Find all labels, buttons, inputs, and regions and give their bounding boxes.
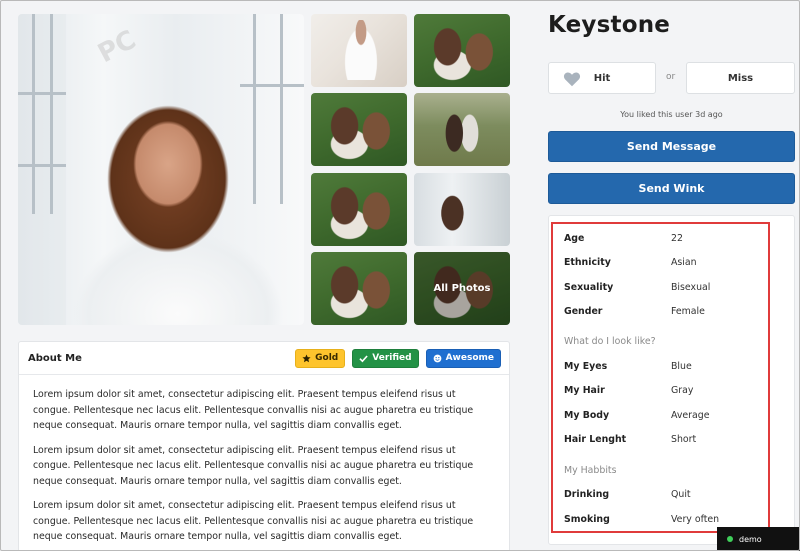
detail-value: Very often — [671, 514, 720, 525]
all-photos-tile[interactable]: All Photos — [414, 252, 510, 325]
gold-badge: Gold — [295, 348, 346, 368]
window-pane — [18, 14, 66, 325]
about-me-header: About Me Gold Verified Awesome — [19, 342, 509, 375]
detail-value: Gray — [671, 385, 694, 396]
gallery-thumb[interactable] — [414, 14, 510, 87]
verified-badge: Verified — [352, 348, 419, 368]
watermark: PC — [93, 24, 141, 70]
detail-key: Sexuality — [564, 282, 614, 293]
about-paragraph: Lorem ipsum dolor sit amet, consectetur … — [33, 389, 474, 431]
gallery-thumb[interactable] — [414, 173, 510, 246]
star-icon — [302, 353, 311, 362]
detail-key: My Eyes — [564, 361, 608, 372]
gallery-thumb[interactable] — [311, 173, 407, 246]
detail-value: Quit — [671, 489, 691, 500]
all-photos-label: All Photos — [433, 283, 491, 294]
detail-value: Female — [671, 306, 705, 317]
detail-key: Ethnicity — [564, 257, 611, 268]
gold-badge-label: Gold — [315, 353, 339, 363]
detail-value: Asian — [671, 257, 697, 268]
window-bar — [240, 84, 304, 87]
send-message-button[interactable]: Send Message — [548, 131, 795, 162]
hit-button[interactable]: Hit — [548, 62, 656, 94]
awesome-badge-label: Awesome — [445, 353, 494, 363]
smile-icon — [433, 354, 441, 362]
detail-key: My Body — [564, 410, 610, 421]
window-bar — [280, 14, 283, 204]
hit-label: Hit — [593, 72, 611, 84]
window-bar — [253, 14, 256, 204]
verified-badge-label: Verified — [372, 353, 412, 363]
gallery-thumb[interactable] — [311, 93, 407, 166]
awesome-badge: Awesome — [425, 348, 501, 368]
detail-key: Hair Lenght — [564, 434, 627, 445]
detail-value: Bisexual — [671, 282, 711, 293]
profile-name: Keystone — [548, 12, 671, 38]
check-icon — [359, 354, 368, 362]
detail-key: Gender — [564, 306, 603, 317]
about-me-title: About Me — [28, 352, 82, 364]
window-bar — [18, 164, 66, 167]
window-bar — [18, 92, 66, 95]
demo-label: demo — [739, 534, 762, 544]
detail-key: My Hair — [564, 385, 605, 396]
miss-label: Miss — [727, 72, 754, 84]
liked-status: You liked this user 3d ago — [620, 110, 723, 119]
detail-value: Short — [671, 434, 697, 445]
main-profile-photo[interactable]: PC — [18, 14, 304, 325]
about-me-card: About Me Gold Verified Awesome Lorem ips… — [18, 341, 510, 551]
detail-value: Blue — [671, 361, 692, 372]
about-paragraph: Lorem ipsum dolor sit amet, consectetur … — [33, 444, 474, 487]
detail-key: Smoking — [564, 514, 610, 525]
online-dot-icon — [727, 536, 733, 542]
gallery-thumb[interactable] — [414, 93, 510, 166]
window-bar — [32, 14, 35, 214]
detail-value: Average — [671, 410, 710, 421]
or-separator: or — [666, 72, 676, 82]
heart-icon — [563, 72, 581, 87]
section-heading-look: What do I look like? — [564, 336, 656, 347]
detail-value: 22 — [671, 233, 683, 244]
gallery-thumb[interactable] — [311, 14, 407, 87]
detail-key: Drinking — [564, 489, 610, 500]
window-bar — [50, 14, 53, 214]
about-me-body: Lorem ipsum dolor sit amet, consectetur … — [19, 375, 509, 545]
send-wink-button[interactable]: Send Wink — [548, 173, 795, 204]
demo-status-badge[interactable]: demo — [717, 527, 800, 551]
section-heading-habits: My Habbits — [564, 465, 617, 476]
detail-key: Age — [564, 233, 585, 244]
about-paragraph: Lorem ipsum dolor sit amet, consectetur … — [33, 500, 474, 542]
miss-button[interactable]: Miss — [686, 62, 795, 94]
gallery-thumb[interactable] — [311, 252, 407, 325]
